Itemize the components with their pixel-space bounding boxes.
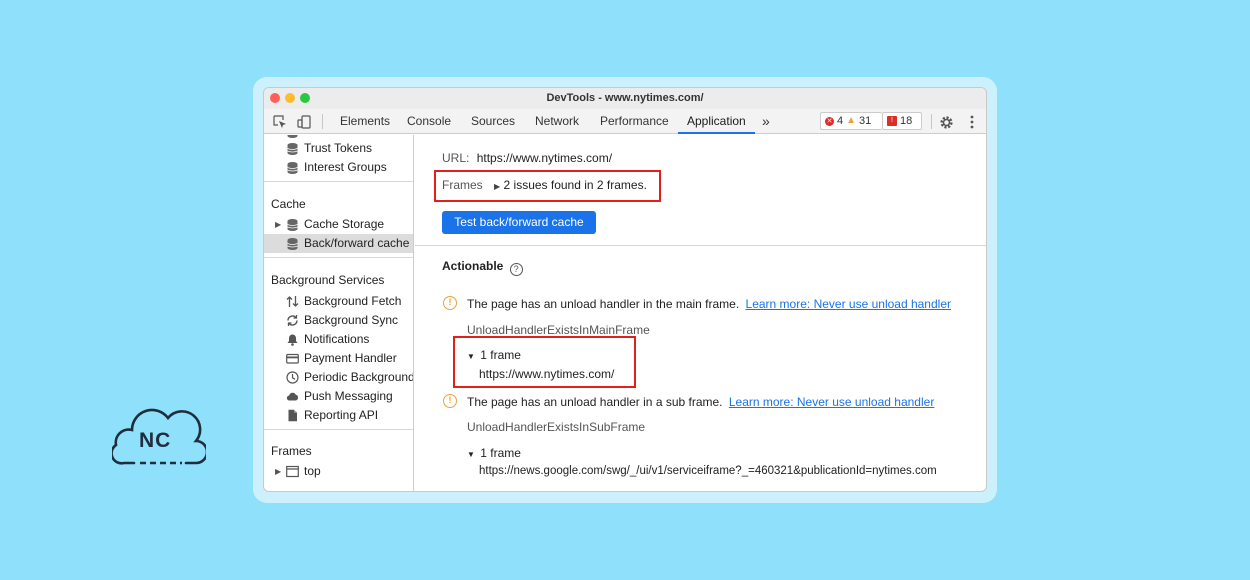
learn-more-link[interactable]: Learn more: Never use unload handler [746,297,951,311]
expand-triangle-icon[interactable]: ▶ [275,462,281,481]
issue-frame-url: https://news.google.com/swg/_/ui/v1/serv… [479,465,937,477]
warning-count: 31 [859,115,872,127]
tab-network[interactable]: Network [535,109,579,134]
actionable-title: Actionable [442,259,504,273]
database-icon [286,142,299,155]
issues-icon: ! [887,116,897,126]
sidebar-item-trust-tokens[interactable]: Trust Tokens [264,139,413,158]
error-count: 4 [837,115,844,127]
sidebar-item-label: Cache Storage [304,217,385,231]
learn-more-link[interactable]: Learn more: Never use unload handler [729,395,934,409]
device-toolbar-icon[interactable] [295,113,313,131]
sidebar-section-frames: Frames [271,444,312,458]
sidebar-item-label: Periodic Background [304,370,414,384]
collapse-triangle-icon[interactable]: ▼ [467,450,475,459]
url-value: https://www.nytimes.com/ [476,151,613,165]
issue-reason: UnloadHandlerExistsInSubFrame [467,420,646,434]
sidebar-item-reporting-api[interactable]: Reporting API [264,406,413,425]
warning-icon: ▲ [846,115,857,126]
sidebar-item-back-forward-cache[interactable]: Back/forward cache [264,234,413,253]
sidebar-item-label: Trust Tokens [304,141,373,155]
tab-application[interactable]: Application [678,109,755,134]
title-bar: DevTools - www.nytimes.com/ [264,88,986,109]
devtools-toolbar: Elements Console Sources Network Perform… [264,109,986,134]
sidebar-item-label: top [304,464,321,478]
database-icon [286,237,299,250]
url-row: URL: https://www.nytimes.com/ [442,151,612,165]
toolbar-divider [931,114,932,129]
issue-frame-count[interactable]: ▼ 1 frame [467,446,521,460]
issues-count-badge[interactable]: ! 18 [882,112,922,130]
warning-icon: ! [443,296,457,310]
sidebar-item-label: Back/forward cache [304,236,410,250]
sidebar-item-notifications[interactable]: Notifications [264,330,413,349]
application-sidebar: Trust Tokens Interest Groups Cache ▶ Cac… [264,135,414,491]
sidebar-divider [264,181,413,182]
settings-icon[interactable] [937,113,955,131]
issue-reason: UnloadHandlerExistsInMainFrame [467,323,650,337]
document-icon [286,409,299,422]
issue-description: The page has an unload handler in the ma… [467,297,740,311]
warning-icon: ! [443,394,457,408]
sidebar-item-background-sync[interactable]: Background Sync [264,311,413,330]
frame-icon [286,465,299,478]
clock-icon [286,371,299,384]
expand-triangle-icon[interactable]: ▶ [275,215,281,234]
issue-sub-frame-text: The page has an unload handler in a sub … [467,395,934,409]
issues-count: 18 [900,115,913,127]
sidebar-divider [264,257,413,258]
tab-console[interactable]: Console [407,109,451,134]
sidebar-item-background-fetch[interactable]: Background Fetch [264,292,413,311]
sidebar-divider [264,429,413,430]
sidebar-item-label: Background Sync [304,313,399,327]
more-tabs-icon[interactable]: » [762,109,770,134]
sidebar-item-label: Push Messaging [304,389,393,403]
kebab-menu-icon[interactable] [963,113,981,131]
logo-text: NC [139,429,172,452]
actionable-header: Actionable ? [442,259,523,276]
sidebar-item-periodic-background[interactable]: Periodic Background [264,368,413,387]
bell-icon [286,333,299,346]
section-divider [415,245,986,246]
sidebar-item-label: Interest Groups [304,160,387,174]
window-title: DevTools - www.nytimes.com/ [546,92,704,104]
cloud-icon [286,390,299,403]
sidebar-item-label: Payment Handler [304,351,397,365]
highlight-box-frames [434,170,661,202]
sidebar-item-payment-handler[interactable]: Payment Handler [264,349,413,368]
frame-count-label: 1 frame [480,446,521,460]
sync-icon [286,314,299,327]
tab-sources[interactable]: Sources [471,109,515,134]
nc-cloud-logo: NC [110,405,209,467]
toolbar-divider [322,114,323,129]
tab-performance[interactable]: Performance [600,109,669,134]
sidebar-item-label: Background Fetch [304,294,402,308]
issue-main-frame-text: The page has an unload handler in the ma… [467,297,951,311]
sidebar-item-label: Notifications [304,332,370,346]
inspect-element-icon[interactable] [271,113,289,131]
test-back-forward-cache-button[interactable]: Test back/forward cache [442,211,596,234]
database-icon [286,161,299,174]
sidebar-item-push-messaging[interactable]: Push Messaging [264,387,413,406]
devtools-window: DevTools - www.nytimes.com/ Elements Con… [263,87,987,492]
tab-elements[interactable]: Elements [340,109,390,134]
help-icon[interactable]: ? [509,263,523,276]
highlight-box-main-frame [453,336,636,388]
back-forward-cache-panel: URL: https://www.nytimes.com/ Frames ▶ 2… [415,135,986,491]
credit-card-icon [286,352,299,365]
error-count-badge[interactable]: ✕ 4 ▲ 31 [820,112,882,130]
error-icon: ✕ [825,116,834,126]
up-down-arrows-icon [286,295,299,308]
database-icon [286,218,299,231]
sidebar-section-cache: Cache [271,197,306,211]
sidebar-item-interest-groups[interactable]: Interest Groups [264,158,413,177]
database-icon [286,135,299,138]
sidebar-item-cache-storage[interactable]: ▶ Cache Storage [264,215,413,234]
sidebar-item-label: Reporting API [304,408,379,422]
url-label: URL: [442,151,470,165]
sidebar-item-top-frame[interactable]: ▶ top [264,462,413,481]
issue-description: The page has an unload handler in a sub … [467,395,723,409]
sidebar-section-background-services: Background Services [271,273,385,287]
